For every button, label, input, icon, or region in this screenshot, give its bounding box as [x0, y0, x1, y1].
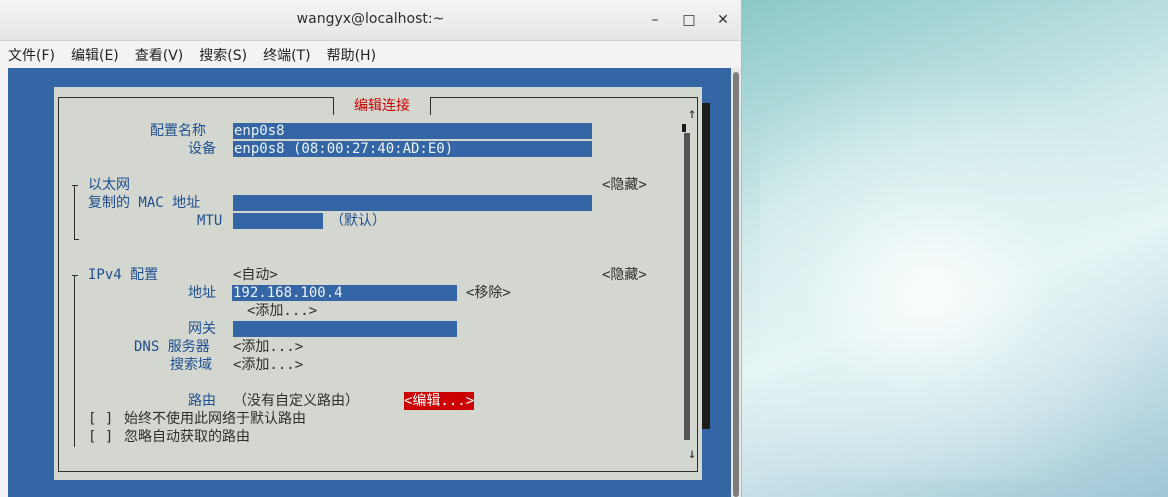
- scroll-down-icon[interactable]: ↓: [688, 445, 696, 463]
- terminal-scroll-thumb[interactable]: [733, 72, 739, 497]
- menu-bar: 文件(F) 编辑(E) 查看(V) 搜索(S) 终端(T) 帮助(H): [0, 41, 741, 69]
- title-bar[interactable]: wangyx@localhost:~ – □ ✕: [0, 0, 741, 41]
- never-default-checkbox[interactable]: [ ]: [88, 410, 113, 428]
- terminal-scrollbar[interactable]: [731, 68, 741, 497]
- menu-file[interactable]: 文件(F): [8, 45, 55, 65]
- edit-connection-dialog: 编辑连接 ↑ ↓ 配置名称 enp0s8 设备 enp0s8 (08:00:27…: [54, 87, 702, 480]
- address-label: 地址: [188, 285, 216, 301]
- desktop-background: [760, 60, 1168, 480]
- edit-routes-button[interactable]: <编辑...>: [404, 392, 475, 410]
- menu-search[interactable]: 搜索(S): [199, 45, 247, 65]
- window-title: wangyx@localhost:~: [296, 11, 445, 27]
- add-dns-button[interactable]: <添加...>: [233, 338, 303, 356]
- remove-address-button[interactable]: <移除>: [466, 284, 511, 302]
- profile-name-field[interactable]: enp0s8: [233, 123, 592, 139]
- cloned-mac-label: 复制的 MAC 地址: [88, 195, 201, 211]
- dns-label: DNS 服务器: [134, 339, 210, 355]
- maximize-icon[interactable]: □: [679, 10, 699, 30]
- address-field[interactable]: 192.168.100.4: [232, 285, 457, 301]
- scroll-up-icon[interactable]: ↑: [688, 105, 696, 123]
- device-label: 设备: [188, 141, 216, 157]
- close-icon[interactable]: ✕: [713, 10, 733, 30]
- ignore-routes-checkbox[interactable]: [ ]: [88, 428, 113, 446]
- cloned-mac-field[interactable]: [233, 195, 592, 211]
- gateway-field[interactable]: [233, 321, 457, 337]
- dialog-title: 编辑连接: [333, 97, 431, 115]
- terminal-area[interactable]: 编辑连接 ↑ ↓ 配置名称 enp0s8 设备 enp0s8 (08:00:27…: [8, 68, 731, 497]
- ethernet-section-label: 以太网: [88, 177, 130, 193]
- ipv4-hide-button[interactable]: <隐藏>: [602, 266, 647, 284]
- minimize-icon[interactable]: –: [645, 10, 665, 30]
- mtu-default-hint: （默认）: [330, 213, 386, 229]
- add-search-domain-button[interactable]: <添加...>: [233, 356, 303, 374]
- ignore-routes-label: 忽略自动获取的路由: [124, 429, 250, 445]
- ipv4-section-label: IPv4 配置: [88, 267, 159, 283]
- mtu-field[interactable]: [233, 213, 323, 229]
- scroll-thumb[interactable]: [682, 124, 686, 132]
- search-domain-label: 搜索域: [170, 357, 212, 373]
- menu-help[interactable]: 帮助(H): [327, 45, 376, 65]
- device-field[interactable]: enp0s8 (08:00:27:40:AD:E0): [233, 141, 592, 157]
- scrollbar-track[interactable]: [684, 133, 690, 440]
- menu-view[interactable]: 查看(V): [135, 45, 184, 65]
- ipv4-method-button[interactable]: <自动>: [233, 266, 278, 284]
- routing-label: 路由: [188, 393, 216, 409]
- add-address-button[interactable]: <添加...>: [247, 302, 317, 320]
- never-default-label: 始终不使用此网络于默认路由: [124, 411, 306, 427]
- menu-edit[interactable]: 编辑(E): [71, 45, 119, 65]
- menu-terminal[interactable]: 终端(T): [263, 45, 310, 65]
- profile-name-label: 配置名称: [150, 123, 206, 139]
- mtu-label: MTU: [197, 213, 223, 229]
- ethernet-hide-button[interactable]: <隐藏>: [602, 176, 647, 194]
- gateway-label: 网关: [188, 321, 216, 337]
- routing-value: （没有自定义路由）: [233, 393, 359, 409]
